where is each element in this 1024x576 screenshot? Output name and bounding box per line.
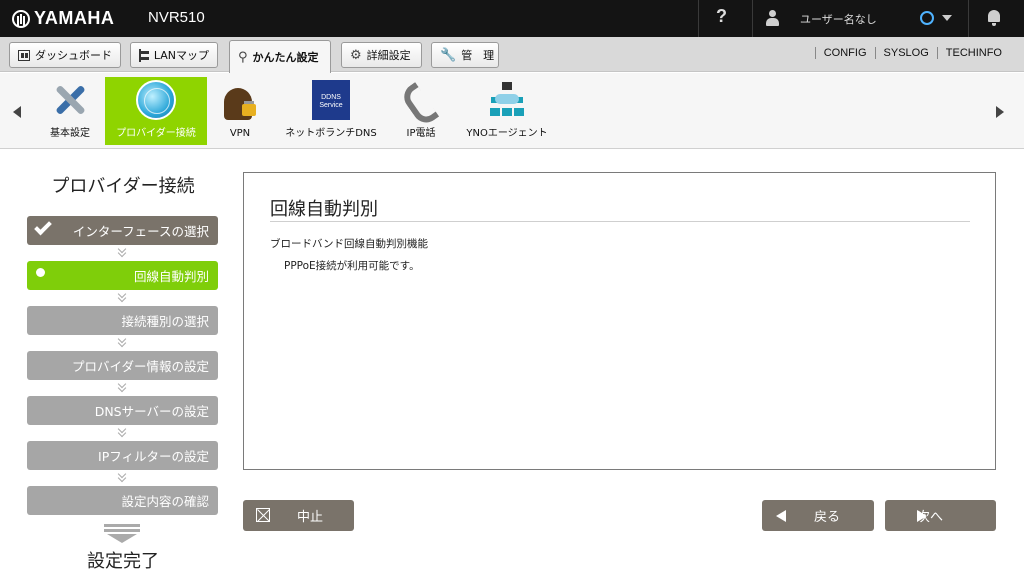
chevron-down-icon (117, 473, 127, 483)
divider (752, 0, 753, 37)
divider (270, 221, 970, 222)
wand-icon: ⚲ (238, 49, 248, 65)
tab-label: 詳細設定 (366, 49, 411, 62)
dashboard-icon (18, 49, 30, 61)
tab-management[interactable]: 🔧 管 理 (431, 42, 499, 68)
chevron-down-icon (117, 293, 127, 303)
arrow-down-icon (104, 524, 140, 544)
tools-icon (50, 80, 90, 120)
step-dns-server: DNSサーバーの設定 (27, 396, 218, 425)
utility-links: CONFIG SYSLOG TECHINFO (814, 47, 1010, 59)
tab-label: ダッシュボード (35, 49, 112, 62)
syslog-link[interactable]: SYSLOG (874, 47, 937, 59)
scroll-right-icon[interactable] (996, 106, 1004, 118)
button-label: 戻る (814, 510, 841, 525)
function-label: VPN (229, 128, 251, 139)
step-connection-type: 接続種別の選択 (27, 306, 218, 335)
model-name: NVR510 (148, 9, 205, 26)
steps-title: プロバイダー接続 (51, 176, 195, 197)
tab-lan-map[interactable]: LANマップ (130, 42, 218, 68)
arrow-right-icon (917, 510, 927, 522)
wrench-icon: 🔧 (440, 47, 457, 63)
arrow-left-icon (776, 510, 786, 522)
detection-result: PPPoE接続が利用可能です。 (284, 260, 420, 272)
current-step-icon (36, 268, 45, 277)
step-provider-info: プロバイダー情報の設定 (27, 351, 218, 380)
scroll-left-icon[interactable] (13, 106, 21, 118)
tab-easy-setup[interactable]: ⚲ かんたん設定 (229, 40, 331, 73)
step-label: DNSサーバーの設定 (94, 404, 209, 419)
step-ip-filter: IPフィルターの設定 (27, 441, 218, 470)
config-link[interactable]: CONFIG (814, 47, 875, 59)
username-label[interactable]: ユーザー名なし (800, 11, 877, 27)
divider (698, 0, 699, 37)
globe-icon (136, 80, 176, 120)
function-yno-agent[interactable]: YNOエージェント (460, 77, 554, 145)
yamaha-logo: YAMAHA (12, 8, 114, 29)
setup-complete-label: 設定完了 (87, 551, 159, 572)
function-label: IP電話 (406, 128, 436, 139)
step-line-auto-detect: 回線自動判別 (27, 261, 218, 290)
tab-label: かんたん設定 (252, 51, 319, 64)
main-menu: ダッシュボード LANマップ ⚲ かんたん設定 ⚙ 詳細設定 🔧 管 理 CON… (0, 37, 1024, 73)
checkmark-icon (34, 217, 52, 236)
function-label: YNOエージェント (466, 128, 548, 139)
function-basic-settings[interactable]: 基本設定 (40, 77, 100, 145)
bell-icon[interactable] (987, 10, 1001, 26)
function-selector: 基本設定 プロバイダー接続 VPN DDNS Service ネットボランチDN… (0, 73, 1024, 149)
step-label: IPフィルターの設定 (98, 449, 209, 464)
tab-label: 管 理 (461, 49, 495, 62)
chevron-down-icon (117, 338, 127, 348)
techinfo-link[interactable]: TECHINFO (936, 47, 1010, 59)
step-confirm: 設定内容の確認 (27, 486, 218, 515)
gear-icon: ⚙ (350, 47, 362, 63)
help-button[interactable]: ? (716, 6, 727, 27)
brand-name: YAMAHA (34, 8, 115, 28)
function-netvolante-dns[interactable]: DDNS Service ネットボランチDNS (278, 77, 384, 145)
chevron-down-icon (117, 248, 127, 258)
vpn-lock-icon (220, 84, 260, 124)
step-label: 接続種別の選択 (121, 314, 209, 329)
back-button[interactable]: 戻る (762, 500, 874, 531)
step-label: 回線自動判別 (133, 269, 209, 284)
page-title: 回線自動判別 (270, 199, 378, 220)
content-panel: 回線自動判別 ブロードバンド回線自動判別機能 PPPoE接続が利用可能です。 (243, 172, 996, 470)
network-icon (487, 80, 527, 120)
step-label: 設定内容の確認 (121, 494, 209, 509)
user-icon (766, 10, 779, 26)
chevron-down-icon (117, 383, 127, 393)
lan-map-icon (139, 48, 149, 62)
chevron-down-icon (117, 428, 127, 438)
function-ip-phone[interactable]: IP電話 (399, 77, 443, 145)
step-label: プロバイダー情報の設定 (71, 359, 209, 374)
function-provider-connection[interactable]: プロバイダー接続 (105, 77, 207, 145)
ddns-service-icon: DDNS Service (312, 80, 350, 120)
button-label: 中止 (297, 510, 324, 525)
status-indicator-icon (920, 11, 934, 25)
top-bar: YAMAHA NVR510 ? ユーザー名なし (0, 0, 1024, 37)
step-label: インターフェースの選択 (72, 224, 209, 239)
feature-description: ブロードバンド回線自動判別機能 (270, 238, 429, 250)
function-label: ネットボランチDNS (285, 128, 377, 139)
step-interface-select[interactable]: インターフェースの選択 (27, 216, 218, 245)
chevron-down-icon[interactable] (942, 15, 952, 21)
tuning-fork-icon (12, 9, 30, 28)
phone-icon (401, 80, 441, 120)
tab-advanced-settings[interactable]: ⚙ 詳細設定 (341, 42, 422, 68)
close-icon (256, 508, 270, 522)
function-vpn[interactable]: VPN (218, 77, 262, 145)
next-button[interactable]: 次へ (885, 500, 996, 531)
function-label: 基本設定 (50, 128, 90, 139)
cancel-button[interactable]: 中止 (243, 500, 354, 531)
divider (968, 0, 969, 37)
tab-dashboard[interactable]: ダッシュボード (9, 42, 121, 68)
tab-label: LANマップ (153, 49, 209, 62)
function-label: プロバイダー接続 (116, 128, 196, 139)
